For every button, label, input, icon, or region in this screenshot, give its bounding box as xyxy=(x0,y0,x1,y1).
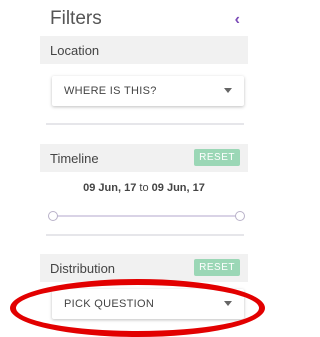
timeline-slider-end-handle[interactable] xyxy=(235,211,245,221)
timeline-reset-button[interactable]: RESET xyxy=(194,149,240,166)
chevron-left-icon[interactable]: ‹ xyxy=(235,11,240,29)
caret-down-icon xyxy=(224,88,232,93)
distribution-section-header: Distribution RESET xyxy=(40,254,248,282)
location-select-value: WHERE IS THIS? xyxy=(64,85,157,97)
timeline-start-date: 09 Jun, 17 xyxy=(83,182,137,194)
divider xyxy=(46,123,244,125)
filters-header: Filters ‹ xyxy=(40,6,248,34)
location-section-header: Location xyxy=(40,36,248,64)
location-select[interactable]: WHERE IS THIS? xyxy=(52,76,244,106)
timeline-end-date: 09 Jun, 17 xyxy=(151,182,205,194)
highlight-annotation-ellipse xyxy=(10,279,265,337)
timeline-section-header: Timeline RESET xyxy=(40,144,248,172)
distribution-reset-button[interactable]: RESET xyxy=(194,259,240,276)
timeline-range-text: 09 Jun, 17 to 09 Jun, 17 xyxy=(40,182,248,194)
location-label: Location xyxy=(50,43,100,58)
filters-title: Filters xyxy=(50,8,102,29)
timeline-slider-start-handle[interactable] xyxy=(48,211,58,221)
filters-panel: Filters ‹ Location WHERE IS THIS? Timeli… xyxy=(10,0,265,337)
timeline-label: Timeline xyxy=(50,151,99,166)
timeline-slider-track[interactable] xyxy=(52,215,244,217)
distribution-label: Distribution xyxy=(50,261,116,276)
timeline-connector: to xyxy=(139,182,149,194)
divider xyxy=(46,234,244,236)
